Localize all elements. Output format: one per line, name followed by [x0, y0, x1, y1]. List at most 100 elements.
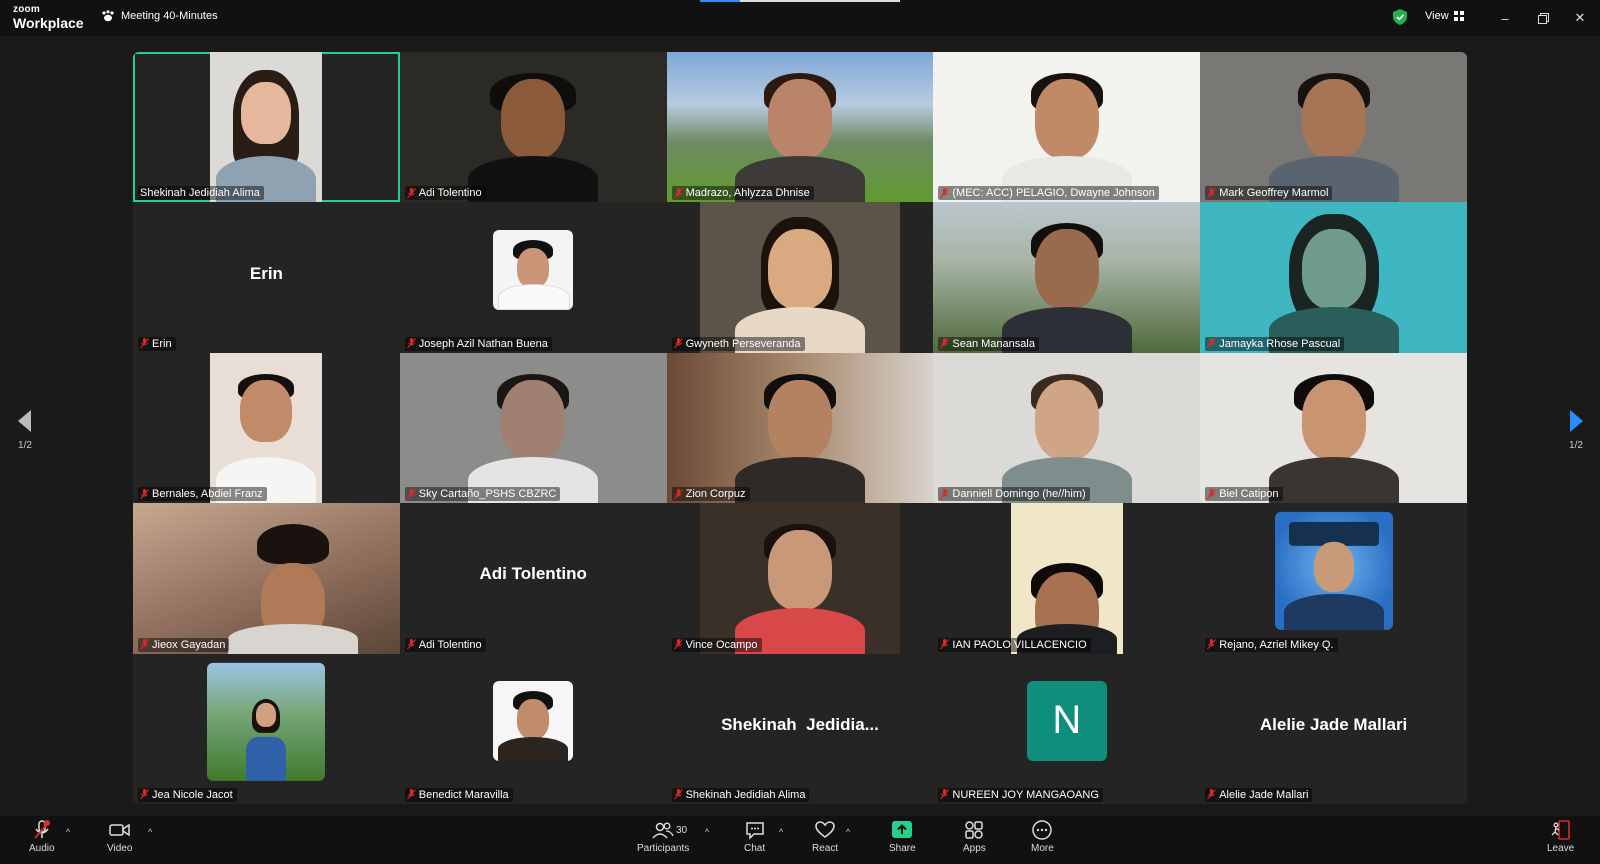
participant-tile[interactable]: Shekinah Jedidiah Alima	[133, 52, 400, 203]
chat-options-caret[interactable]: ^	[779, 827, 783, 837]
mic-muted-icon	[673, 488, 683, 500]
participant-tile[interactable]: Jamayka Rhose Pascual	[1200, 202, 1467, 353]
participant-name-label: Shekinah Jedidiah Alima	[671, 787, 810, 802]
more-button[interactable]: More	[1031, 820, 1054, 854]
participant-tile[interactable]: Benedict Maravilla	[399, 653, 667, 804]
chevron-right-icon	[1570, 410, 1583, 432]
apps-button[interactable]: Apps	[963, 820, 986, 854]
grid-icon	[1453, 11, 1464, 21]
participant-tile[interactable]: Rejano, Azriel Mikey Q.	[1200, 503, 1467, 654]
participants-options-caret[interactable]: ^	[705, 827, 709, 837]
participant-name-label: Jamayka Rhose Pascual	[1205, 336, 1345, 351]
restore-icon[interactable]	[1533, 8, 1553, 28]
minimize-icon[interactable]: –	[1495, 8, 1515, 28]
participant-tile[interactable]: Jieox Gayadan	[133, 503, 400, 654]
participant-tile[interactable]: Danniell Domingo (he//him)	[933, 352, 1201, 504]
participant-tile[interactable]: Sky Cartaño_PSHS CBZRC	[399, 352, 667, 504]
participant-center-name: Erin	[249, 263, 283, 283]
encryption-shield-icon[interactable]	[1393, 9, 1407, 25]
participant-tile[interactable]: Madrazo, Ahlyzza Dhnise	[666, 52, 934, 203]
participant-video	[1010, 503, 1123, 654]
mic-muted-icon	[1207, 187, 1217, 199]
participant-video	[666, 352, 934, 504]
participant-video	[133, 503, 400, 654]
participant-name-label: Gwyneth Perseveranda	[671, 336, 805, 351]
letter-avatar: N	[1026, 680, 1107, 761]
mic-muted-icon	[406, 789, 416, 800]
mic-muted-icon	[673, 789, 683, 800]
participant-tile[interactable]: Adi Tolentino Adi Tolentino	[399, 503, 667, 654]
apps-icon	[965, 821, 984, 839]
mic-muted-icon	[1207, 639, 1217, 650]
mic-muted-icon	[940, 187, 950, 199]
video-label: Video	[107, 843, 133, 854]
close-icon[interactable]: ✕	[1570, 8, 1590, 28]
chat-button[interactable]: Chat	[744, 820, 765, 854]
participants-icon	[652, 822, 674, 839]
participant-tile[interactable]: N NUREEN JOY MANGAOANG	[933, 653, 1201, 804]
meeting-info[interactable]: Meeting 40-Minutes	[101, 10, 218, 22]
next-page-button[interactable]: 1/2	[1561, 410, 1591, 451]
participant-tile[interactable]: IAN PAOLO VILLACENCIO	[933, 503, 1201, 654]
participant-video	[1200, 352, 1467, 504]
participant-name-label: IAN PAOLO VILLACENCIO	[938, 637, 1091, 652]
participant-tile[interactable]: Adi Tolentino	[399, 52, 667, 203]
participant-tile[interactable]: Alelie Jade Mallari Alelie Jade Mallari	[1200, 653, 1467, 804]
participant-tile[interactable]: Jea Nicole Jacot	[133, 653, 400, 804]
participant-tile[interactable]: Joseph Azil Nathan Buena	[399, 202, 667, 353]
more-dots-icon	[1032, 820, 1053, 840]
participant-center-name: Alelie Jade Mallari	[1259, 714, 1408, 734]
brand-large: Workplace	[13, 15, 84, 31]
mic-muted-icon	[140, 488, 149, 500]
more-label: More	[1031, 843, 1054, 854]
participant-video	[399, 352, 667, 504]
participant-tile[interactable]: Bernales, Abdiel Franz	[133, 352, 400, 504]
participant-tile[interactable]: Sean Manansala	[933, 202, 1201, 353]
participants-label: Participants	[637, 843, 690, 854]
participant-video	[399, 52, 667, 203]
participant-name-label: Vince Ocampo	[671, 637, 762, 652]
view-button[interactable]: View	[1425, 10, 1464, 22]
mic-muted-icon	[1207, 488, 1217, 500]
leave-button[interactable]: Leave	[1547, 820, 1574, 854]
participant-name-label: Zion Corpuz	[671, 487, 750, 502]
participant-tile[interactable]: Shekinah Jedidia... Shekinah Jedidiah Al…	[666, 653, 934, 804]
paw-icon	[102, 10, 114, 22]
mic-muted-icon	[406, 639, 416, 650]
participant-video	[666, 52, 934, 203]
react-options-caret[interactable]: ^	[846, 827, 850, 837]
participant-video	[1200, 52, 1467, 203]
video-options-caret[interactable]: ^	[148, 827, 152, 837]
mic-muted-icon	[406, 488, 416, 500]
react-button[interactable]: React	[812, 820, 838, 854]
participant-tile[interactable]: Biel Catipon	[1200, 352, 1467, 504]
participant-tile[interactable]: Erin Erin	[133, 202, 400, 353]
mic-muted-icon	[940, 488, 950, 500]
audio-options-caret[interactable]: ^	[66, 827, 70, 837]
participant-name-label: Bernales, Abdiel Franz	[138, 487, 267, 502]
mic-muted-icon	[406, 187, 416, 199]
participant-name-label: Adi Tolentino	[404, 186, 486, 201]
profile-picture	[1274, 512, 1393, 631]
participant-name-label: Erin	[138, 336, 176, 351]
audio-button[interactable]: Audio	[29, 820, 55, 854]
apps-label: Apps	[963, 843, 986, 854]
participant-tile[interactable]: Zion Corpuz	[666, 352, 934, 504]
participant-tile[interactable]: Vince Ocampo	[666, 503, 934, 654]
participant-tile[interactable]: Gwyneth Perseveranda	[666, 202, 934, 353]
participant-name-label: Rejano, Azriel Mikey Q.	[1205, 637, 1338, 652]
mic-muted-icon	[673, 639, 683, 650]
share-button[interactable]: Share	[889, 820, 916, 854]
leave-door-icon	[1551, 820, 1570, 840]
participant-video	[933, 202, 1201, 353]
participant-video	[933, 352, 1201, 504]
participant-tile[interactable]: (MEC: ACC) PELAGIO, Dwayne Johnson	[933, 52, 1201, 203]
participant-tile[interactable]: Mark Geoffrey Marmol	[1200, 52, 1467, 203]
participant-name-label: Jea Nicole Jacot	[138, 787, 237, 802]
profile-picture	[493, 680, 574, 761]
participant-name-label: Adi Tolentino	[404, 637, 486, 652]
video-button[interactable]: Video	[107, 820, 132, 854]
prev-page-button[interactable]: 1/2	[10, 410, 40, 451]
participant-name-label: Biel Catipon	[1205, 487, 1283, 502]
meeting-title: Meeting 40-Minutes	[121, 10, 218, 22]
